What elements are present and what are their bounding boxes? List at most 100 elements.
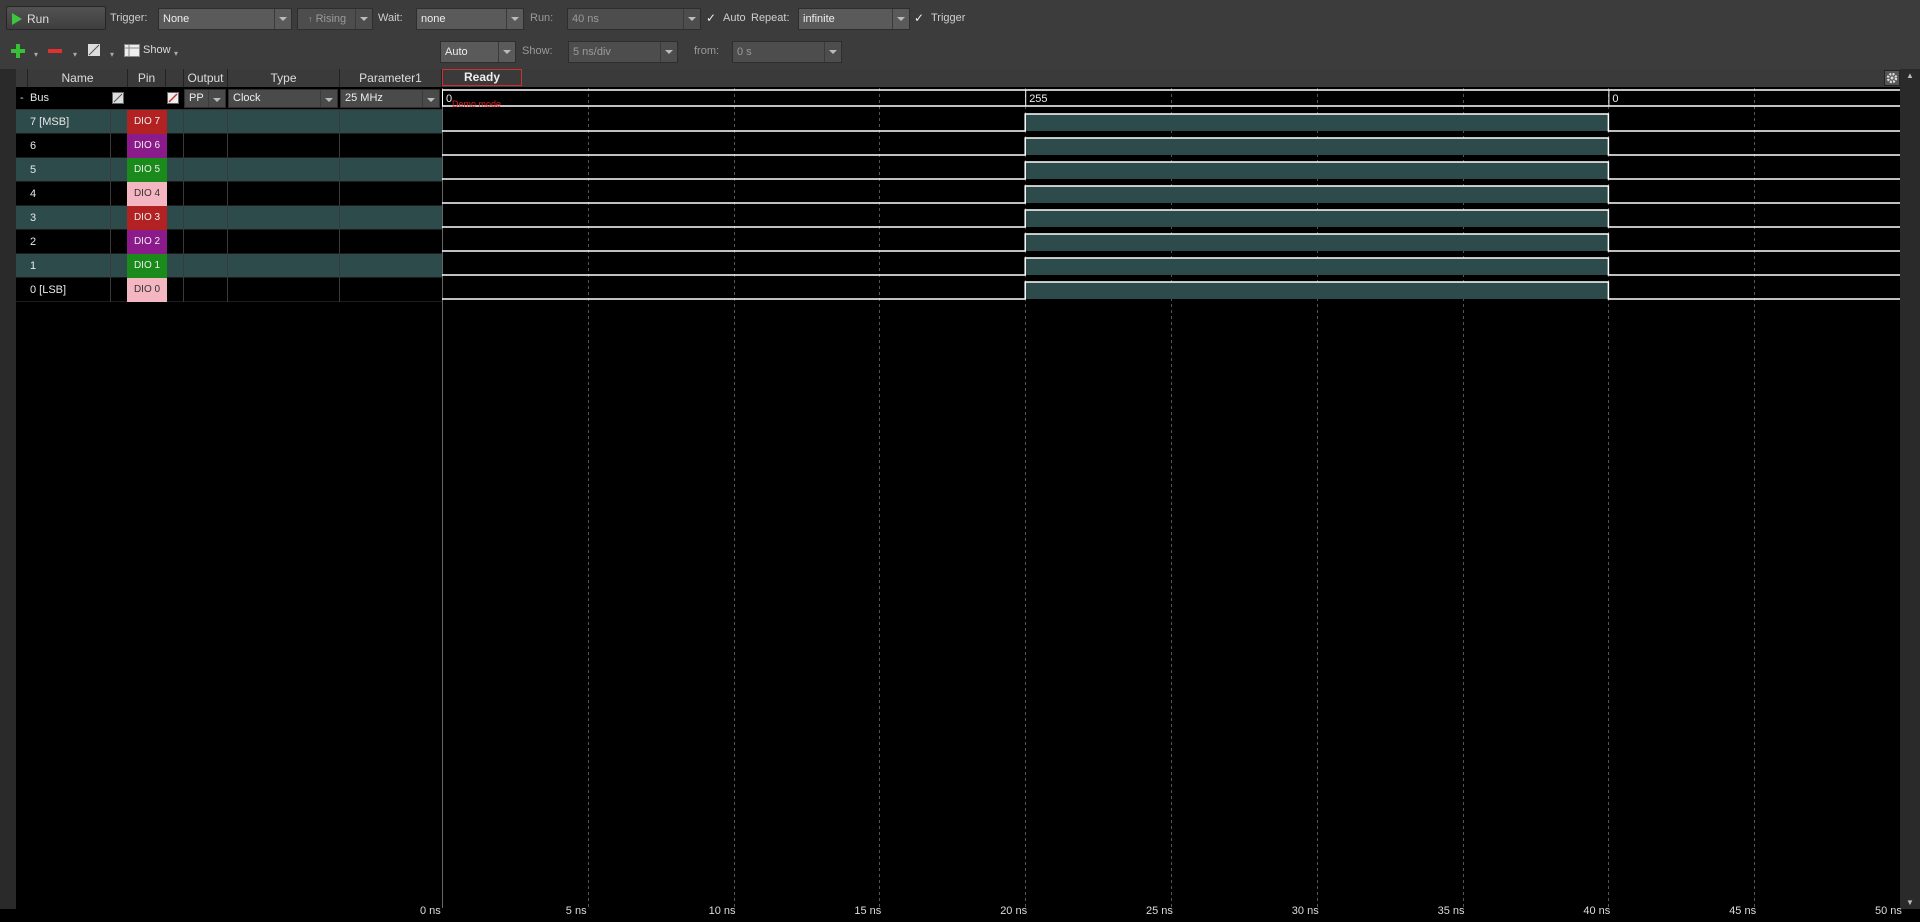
minus-icon <box>48 49 62 53</box>
run-button[interactable]: Run <box>6 6 106 30</box>
settings-button[interactable] <box>1884 70 1900 86</box>
chevron-down-icon <box>422 90 439 107</box>
trigger-check-label: Trigger <box>931 12 966 24</box>
gear-icon <box>1886 72 1898 84</box>
remove-menu-arrow-icon[interactable]: ▾ <box>73 50 77 59</box>
auto-checkbox[interactable]: ✓ <box>706 11 716 25</box>
chevron-down-icon: ▾ <box>174 49 179 58</box>
channel-name: 1 <box>30 260 37 272</box>
signal-high-fill <box>1025 114 1609 131</box>
channel-name: 7 [MSB] <box>30 116 70 128</box>
repeat-label: Repeat: <box>751 12 790 24</box>
pin-badge[interactable]: DIO 1 <box>127 254 167 278</box>
vertical-scrollbar[interactable]: ▲ ▼ <box>1900 69 1920 909</box>
edit-button[interactable] <box>87 43 101 57</box>
scale-value: 5 ns/div <box>573 46 611 58</box>
pin-badge[interactable]: DIO 2 <box>127 230 167 254</box>
signal-high-fill <box>1025 282 1609 299</box>
repeat-select[interactable]: infinite <box>798 8 910 30</box>
header-pin[interactable]: Pin <box>128 69 166 87</box>
header-handle <box>16 69 28 87</box>
parameter-select[interactable]: 25 MHz <box>340 89 440 108</box>
scroll-down-icon[interactable]: ▼ <box>1906 898 1914 907</box>
time-tick-label: 0 ns <box>420 905 441 917</box>
signal-high-fill <box>1025 210 1609 227</box>
time-tick-label: 45 ns <box>1729 905 1757 917</box>
channel-name: 2 <box>30 236 37 248</box>
type-value: Clock <box>233 92 261 104</box>
output-select[interactable]: PP <box>184 89 226 108</box>
run-label: Run <box>27 12 50 26</box>
channel-row[interactable]: 1 DIO 1 <box>16 254 442 278</box>
edit-icon[interactable] <box>112 92 124 104</box>
channel-row[interactable]: 5 DIO 5 <box>16 158 442 182</box>
header-pin-gap <box>166 69 184 87</box>
repeat-value: infinite <box>803 13 835 25</box>
channel-row[interactable]: 3 DIO 3 <box>16 206 442 230</box>
bus-row[interactable]: - Bus PP Clock 25 MHz <box>16 88 442 110</box>
edge-select[interactable]: ↑ Rising <box>297 8 373 30</box>
channel-row[interactable]: 0 [LSB] DIO 0 <box>16 278 442 302</box>
header-type[interactable]: Type <box>228 69 340 87</box>
header-name[interactable]: Name <box>28 69 128 87</box>
signal-high-fill <box>1025 138 1609 155</box>
chevron-down-icon <box>320 90 337 107</box>
time-tick-label: 35 ns <box>1437 905 1465 917</box>
channel-row[interactable]: 7 [MSB] DIO 7 <box>16 110 442 134</box>
scale-select[interactable]: 5 ns/div <box>568 41 678 63</box>
from-value: 0 s <box>737 46 752 58</box>
wait-select[interactable]: none <box>416 8 524 30</box>
pin-badge[interactable]: DIO 0 <box>127 278 167 302</box>
scroll-up-icon[interactable]: ▲ <box>1906 71 1914 80</box>
type-select[interactable]: Clock <box>228 89 338 108</box>
pin-badge[interactable]: DIO 4 <box>127 182 167 206</box>
trigger-value: None <box>163 13 190 25</box>
plus-icon <box>11 44 25 58</box>
chevron-down-icon <box>274 9 291 29</box>
pin-badge[interactable]: DIO 5 <box>127 158 167 182</box>
parameter-value: 25 MHz <box>345 92 383 104</box>
chevron-down-icon <box>355 9 372 29</box>
chevron-down-icon <box>892 9 909 29</box>
channel-row[interactable]: 4 DIO 4 <box>16 182 442 206</box>
header-output[interactable]: Output <box>184 69 228 87</box>
channel-row[interactable]: 6 DIO 6 <box>16 134 442 158</box>
header-parameter1[interactable]: Parameter1 <box>340 69 442 87</box>
trigger-select[interactable]: None <box>158 8 292 30</box>
pin-badge[interactable]: DIO 3 <box>127 206 167 230</box>
edge-value: Rising <box>315 13 347 25</box>
pin-badge[interactable]: DIO 7 <box>127 110 167 134</box>
collapse-icon[interactable]: - <box>20 92 24 104</box>
add-menu-arrow-icon[interactable]: ▾ <box>34 50 38 59</box>
show-scale-label: Show: <box>522 45 553 57</box>
wait-label: Wait: <box>378 12 403 24</box>
remove-channel-button[interactable] <box>46 43 64 59</box>
time-tick-label: 10 ns <box>708 905 736 917</box>
time-tick-label: 40 ns <box>1583 905 1611 917</box>
run-time-label: Run: <box>530 12 554 24</box>
header-waveform: Ready <box>442 69 1920 87</box>
signal-high-fill <box>1025 234 1609 251</box>
edit-menu-arrow-icon[interactable]: ▾ <box>110 50 114 59</box>
from-select[interactable]: 0 s <box>732 41 842 63</box>
pencil-icon[interactable] <box>167 92 179 104</box>
run-time-select[interactable]: 40 ns <box>567 8 701 30</box>
wait-value: none <box>421 13 446 25</box>
channel-row[interactable]: 2 DIO 2 <box>16 230 442 254</box>
trigger-checkbox[interactable]: ✓ <box>914 11 924 25</box>
show-menu-button[interactable]: Show ▾ <box>124 42 184 60</box>
add-channel-button[interactable] <box>10 43 26 59</box>
channel-name: 5 <box>30 164 37 176</box>
channel-name: 0 [LSB] <box>30 284 67 296</box>
table-icon <box>124 44 140 57</box>
chevron-down-icon <box>660 42 677 62</box>
channel-name: 4 <box>30 188 37 200</box>
channel-name: 3 <box>30 212 37 224</box>
signal-high-fill <box>1025 258 1609 275</box>
secondary-toolbar: ▾ ▾ ▾ Show ▾ Auto Show: 5 ns/div from: 0… <box>0 36 1920 70</box>
left-gutter <box>0 69 16 909</box>
time-tick-label: 5 ns <box>565 905 587 917</box>
zoom-mode-select[interactable]: Auto <box>440 41 516 63</box>
waveform-plot[interactable]: 0 255 0Demo mode <box>442 88 1900 908</box>
pin-badge[interactable]: DIO 6 <box>127 134 167 158</box>
